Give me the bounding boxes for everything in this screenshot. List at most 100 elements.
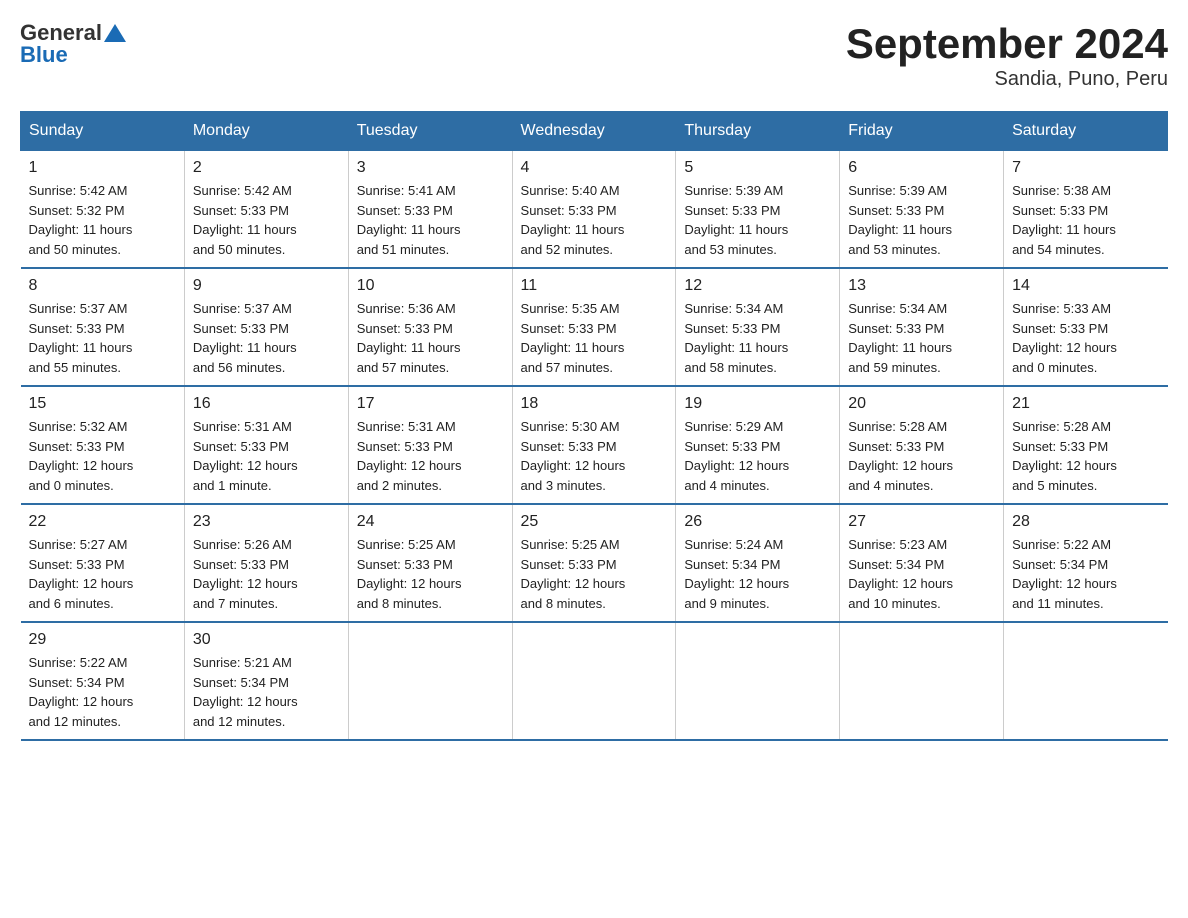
- calendar-cell: 27Sunrise: 5:23 AM Sunset: 5:34 PM Dayli…: [840, 504, 1004, 622]
- day-number: 17: [357, 395, 504, 413]
- day-number: 8: [29, 277, 176, 295]
- page-header: General Blue September 2024 Sandia, Puno…: [20, 20, 1168, 91]
- day-header-sunday: Sunday: [21, 112, 185, 151]
- day-number: 15: [29, 395, 176, 413]
- calendar-cell: 30 Sunrise: 5:21 AM Sunset: 5:34 PM Dayli…: [184, 622, 348, 740]
- calendar-cell: 26 Sunrise: 5:24 AM Sunset: 5:34 PM Dayli…: [676, 504, 840, 622]
- calendar-cell: [676, 622, 840, 740]
- day-number: 18: [521, 395, 668, 413]
- day-info: Sunrise: 5:42 AM Sunset: 5:32 PM Dayligh…: [29, 181, 176, 259]
- calendar-cell: 15Sunrise: 5:32 AM Sunset: 5:33 PM Dayli…: [21, 386, 185, 504]
- calendar-cell: 8 Sunrise: 5:37 AM Sunset: 5:33 PM Daylig…: [21, 268, 185, 386]
- calendar-cell: 5 Sunrise: 5:39 AM Sunset: 5:33 PM Daylig…: [676, 151, 840, 269]
- calendar-cell: 11 Sunrise: 5:35 AM Sunset: 5:33 PM Dayli…: [512, 268, 676, 386]
- calendar-cell: 13 Sunrise: 5:34 AM Sunset: 5:33 PM Dayli…: [840, 268, 1004, 386]
- day-number: 11: [521, 277, 668, 295]
- calendar-cell: 28 Sunrise: 5:22 AM Sunset: 5:34 PM Dayli…: [1004, 504, 1168, 622]
- day-info: Sunrise: 5:36 AM Sunset: 5:33 PM Dayligh…: [357, 299, 504, 377]
- calendar-cell: 23Sunrise: 5:26 AM Sunset: 5:33 PM Dayli…: [184, 504, 348, 622]
- day-number: 5: [684, 159, 831, 177]
- week-row-4: 22Sunrise: 5:27 AM Sunset: 5:33 PM Dayli…: [21, 504, 1168, 622]
- day-number: 30: [193, 631, 340, 649]
- calendar-cell: 17 Sunrise: 5:31 AM Sunset: 5:33 PM Dayli…: [348, 386, 512, 504]
- day-number: 6: [848, 159, 995, 177]
- day-info: Sunrise: 5:34 AM Sunset: 5:33 PM Dayligh…: [684, 299, 831, 377]
- calendar-cell: 24 Sunrise: 5:25 AM Sunset: 5:33 PM Dayli…: [348, 504, 512, 622]
- day-info: Sunrise: 5:41 AM Sunset: 5:33 PM Dayligh…: [357, 181, 504, 259]
- day-info: Sunrise: 5:40 AM Sunset: 5:33 PM Dayligh…: [521, 181, 668, 259]
- day-info: Sunrise: 5:27 AM Sunset: 5:33 PM Dayligh…: [29, 535, 176, 613]
- day-info: Sunrise: 5:37 AM Sunset: 5:33 PM Dayligh…: [29, 299, 176, 377]
- day-header-friday: Friday: [840, 112, 1004, 151]
- calendar-cell: 29 Sunrise: 5:22 AM Sunset: 5:34 PM Dayli…: [21, 622, 185, 740]
- day-number: 27: [848, 513, 995, 531]
- calendar-cell: [840, 622, 1004, 740]
- day-info: Sunrise: 5:22 AM Sunset: 5:34 PM Dayligh…: [29, 653, 176, 731]
- calendar-cell: 6 Sunrise: 5:39 AM Sunset: 5:33 PM Daylig…: [840, 151, 1004, 269]
- calendar-cell: 25Sunrise: 5:25 AM Sunset: 5:33 PM Dayli…: [512, 504, 676, 622]
- day-info: Sunrise: 5:39 AM Sunset: 5:33 PM Dayligh…: [848, 181, 995, 259]
- day-number: 19: [684, 395, 831, 413]
- page-subtitle: Sandia, Puno, Peru: [846, 68, 1168, 91]
- day-number: 3: [357, 159, 504, 177]
- day-info: Sunrise: 5:29 AM Sunset: 5:33 PM Dayligh…: [684, 417, 831, 495]
- logo: General Blue: [20, 20, 126, 68]
- day-number: 14: [1012, 277, 1159, 295]
- week-row-1: 1 Sunrise: 5:42 AM Sunset: 5:32 PM Daylig…: [21, 151, 1168, 269]
- day-number: 12: [684, 277, 831, 295]
- day-number: 29: [29, 631, 176, 649]
- day-info: Sunrise: 5:24 AM Sunset: 5:34 PM Dayligh…: [684, 535, 831, 613]
- week-row-3: 15Sunrise: 5:32 AM Sunset: 5:33 PM Dayli…: [21, 386, 1168, 504]
- calendar-cell: 22Sunrise: 5:27 AM Sunset: 5:33 PM Dayli…: [21, 504, 185, 622]
- day-number: 1: [29, 159, 176, 177]
- calendar-cell: 18 Sunrise: 5:30 AM Sunset: 5:33 PM Dayli…: [512, 386, 676, 504]
- day-number: 26: [684, 513, 831, 531]
- calendar-cell: [1004, 622, 1168, 740]
- day-header-monday: Monday: [184, 112, 348, 151]
- calendar-cell: 19 Sunrise: 5:29 AM Sunset: 5:33 PM Dayli…: [676, 386, 840, 504]
- day-info: Sunrise: 5:28 AM Sunset: 5:33 PM Dayligh…: [1012, 417, 1159, 495]
- day-info: Sunrise: 5:33 AM Sunset: 5:33 PM Dayligh…: [1012, 299, 1159, 377]
- calendar-cell: 12 Sunrise: 5:34 AM Sunset: 5:33 PM Dayli…: [676, 268, 840, 386]
- day-info: Sunrise: 5:37 AM Sunset: 5:33 PM Dayligh…: [193, 299, 340, 377]
- calendar-cell: 14 Sunrise: 5:33 AM Sunset: 5:33 PM Dayli…: [1004, 268, 1168, 386]
- day-info: Sunrise: 5:35 AM Sunset: 5:33 PM Dayligh…: [521, 299, 668, 377]
- day-info: Sunrise: 5:26 AM Sunset: 5:33 PM Dayligh…: [193, 535, 340, 613]
- day-number: 2: [193, 159, 340, 177]
- day-info: Sunrise: 5:42 AM Sunset: 5:33 PM Dayligh…: [193, 181, 340, 259]
- calendar-cell: 2 Sunrise: 5:42 AM Sunset: 5:33 PM Daylig…: [184, 151, 348, 269]
- day-number: 25: [521, 513, 668, 531]
- day-info: Sunrise: 5:22 AM Sunset: 5:34 PM Dayligh…: [1012, 535, 1159, 613]
- calendar-cell: 4 Sunrise: 5:40 AM Sunset: 5:33 PM Daylig…: [512, 151, 676, 269]
- day-info: Sunrise: 5:38 AM Sunset: 5:33 PM Dayligh…: [1012, 181, 1159, 259]
- day-info: Sunrise: 5:21 AM Sunset: 5:34 PM Dayligh…: [193, 653, 340, 731]
- day-header-saturday: Saturday: [1004, 112, 1168, 151]
- day-info: Sunrise: 5:31 AM Sunset: 5:33 PM Dayligh…: [357, 417, 504, 495]
- day-info: Sunrise: 5:34 AM Sunset: 5:33 PM Dayligh…: [848, 299, 995, 377]
- day-info: Sunrise: 5:31 AM Sunset: 5:33 PM Dayligh…: [193, 417, 340, 495]
- calendar-cell: 1 Sunrise: 5:42 AM Sunset: 5:32 PM Daylig…: [21, 151, 185, 269]
- day-number: 4: [521, 159, 668, 177]
- calendar-cell: 9 Sunrise: 5:37 AM Sunset: 5:33 PM Daylig…: [184, 268, 348, 386]
- day-number: 21: [1012, 395, 1159, 413]
- day-number: 9: [193, 277, 340, 295]
- day-number: 28: [1012, 513, 1159, 531]
- calendar-cell: 3 Sunrise: 5:41 AM Sunset: 5:33 PM Daylig…: [348, 151, 512, 269]
- calendar-cell: [348, 622, 512, 740]
- day-header-wednesday: Wednesday: [512, 112, 676, 151]
- calendar-cell: 10Sunrise: 5:36 AM Sunset: 5:33 PM Dayli…: [348, 268, 512, 386]
- calendar-cell: 16 Sunrise: 5:31 AM Sunset: 5:33 PM Dayli…: [184, 386, 348, 504]
- day-info: Sunrise: 5:30 AM Sunset: 5:33 PM Dayligh…: [521, 417, 668, 495]
- week-row-5: 29 Sunrise: 5:22 AM Sunset: 5:34 PM Dayli…: [21, 622, 1168, 740]
- day-number: 24: [357, 513, 504, 531]
- calendar-cell: 21 Sunrise: 5:28 AM Sunset: 5:33 PM Dayli…: [1004, 386, 1168, 504]
- day-number: 16: [193, 395, 340, 413]
- day-header-tuesday: Tuesday: [348, 112, 512, 151]
- calendar-table: SundayMondayTuesdayWednesdayThursdayFrid…: [20, 111, 1168, 741]
- day-info: Sunrise: 5:39 AM Sunset: 5:33 PM Dayligh…: [684, 181, 831, 259]
- title-area: September 2024 Sandia, Puno, Peru: [846, 20, 1168, 91]
- day-info: Sunrise: 5:25 AM Sunset: 5:33 PM Dayligh…: [357, 535, 504, 613]
- day-number: 7: [1012, 159, 1159, 177]
- day-header-thursday: Thursday: [676, 112, 840, 151]
- day-number: 13: [848, 277, 995, 295]
